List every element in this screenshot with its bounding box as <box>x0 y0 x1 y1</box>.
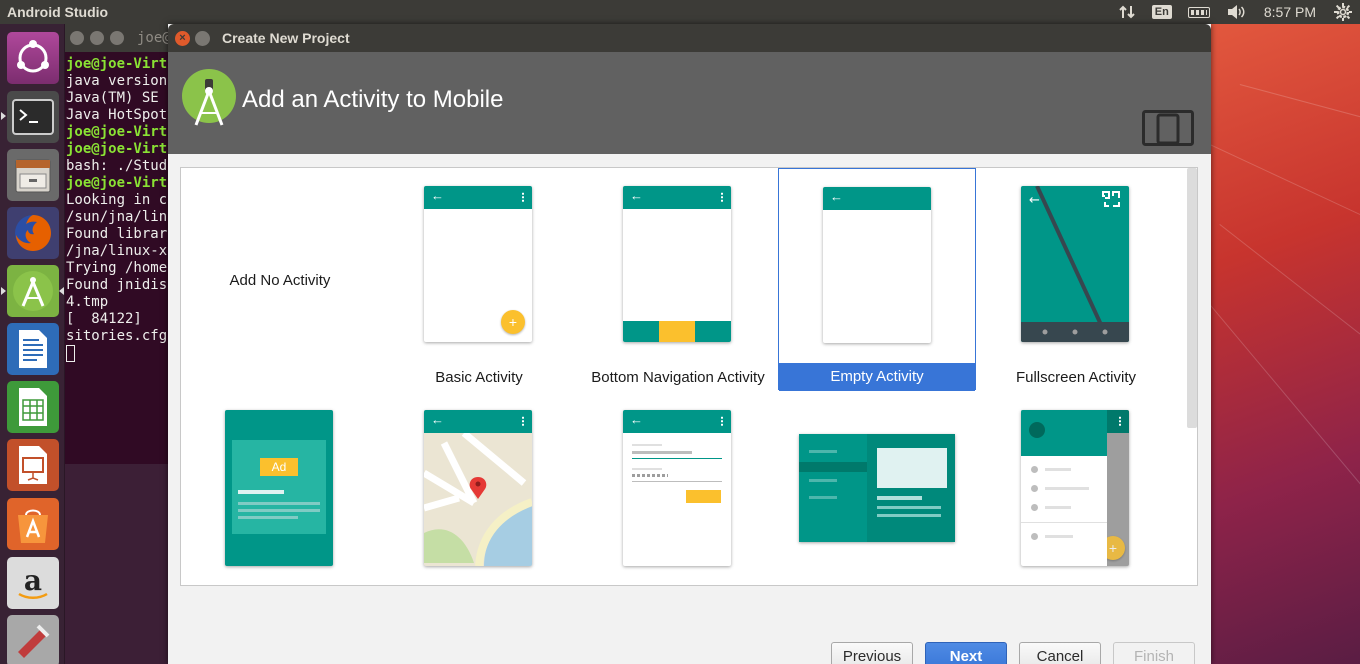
activity-add-no-activity[interactable]: Add No Activity <box>181 168 379 390</box>
activity-label: Bottom Navigation Activity <box>591 369 765 386</box>
close-icon[interactable] <box>70 31 84 45</box>
next-button[interactable]: Next <box>925 642 1007 664</box>
dialog-header: Add an Activity to Mobile <box>168 52 1211 154</box>
terminal-cursor <box>66 345 75 362</box>
activity-fullscreen[interactable]: ← Fullscreen Activity <box>977 168 1175 390</box>
keyboard-layout-indicator[interactable]: En <box>1144 0 1180 24</box>
unity-launcher: a <box>0 24 65 664</box>
close-icon[interactable]: × <box>175 31 190 46</box>
page-title: Add an Activity to Mobile <box>242 86 504 113</box>
more-vert-icon <box>522 192 524 202</box>
more-vert-icon <box>1119 416 1121 426</box>
activity-google-maps[interactable]: ← <box>380 392 578 585</box>
dialog-title: Create New Project <box>222 30 350 46</box>
google-maps-preview: ← <box>424 410 532 566</box>
activity-label: Fullscreen Activity <box>1015 369 1137 386</box>
dialog-titlebar[interactable]: × Create New Project <box>168 24 1211 52</box>
phone-tablet-icon <box>1142 110 1194 146</box>
admob-preview: Ad <box>225 410 333 566</box>
amazon-icon[interactable]: a <box>7 557 59 609</box>
volume-icon[interactable] <box>1218 0 1254 24</box>
login-activity-preview: ← <box>623 410 731 566</box>
terminal-title: joe@ <box>137 30 171 46</box>
svg-text:←: ← <box>1029 193 1040 208</box>
activity-login[interactable]: ← <box>579 392 777 585</box>
activity-basic[interactable]: ← + Basic Activity <box>380 168 578 390</box>
activity-gallery: Add No Activity ← + Basic Activity ← Bot… <box>180 167 1198 586</box>
clock[interactable]: 8:57 PM <box>1254 0 1326 24</box>
activity-bottom-navigation[interactable]: ← Bottom Navigation Activity <box>579 168 777 390</box>
back-arrow-icon: ← <box>431 412 444 427</box>
top-panel: Android Studio En 8:57 PM <box>0 0 1360 24</box>
fullscreen-activity-preview: ← <box>1021 186 1129 342</box>
gear-icon[interactable] <box>1326 0 1360 24</box>
minimize-icon[interactable] <box>90 31 104 45</box>
more-vert-icon <box>721 192 723 202</box>
android-studio-logo <box>182 69 236 126</box>
back-arrow-icon: ← <box>630 188 643 203</box>
basic-activity-preview: ← + <box>424 186 532 342</box>
minimize-icon[interactable] <box>195 31 210 46</box>
software-center-icon[interactable] <box>7 498 59 550</box>
activity-navigation-drawer[interactable]: + <box>977 392 1175 585</box>
more-vert-icon <box>522 416 524 426</box>
language-badge: En <box>1151 5 1172 19</box>
battery-icon[interactable] <box>1180 0 1218 24</box>
fab-icon: + <box>501 310 525 334</box>
libreoffice-writer-icon[interactable] <box>7 323 59 375</box>
maximize-icon[interactable] <box>110 31 124 45</box>
master-detail-preview <box>799 434 955 542</box>
more-vert-icon <box>721 416 723 426</box>
back-arrow-icon: ← <box>431 188 444 203</box>
activity-empty[interactable]: ← Empty Activity <box>778 168 976 391</box>
file-manager-icon[interactable] <box>7 149 59 201</box>
network-icon[interactable] <box>1110 0 1144 24</box>
desktop-wallpaper <box>1210 24 1360 664</box>
system-settings-icon[interactable] <box>7 615 59 664</box>
svg-text:a: a <box>24 564 42 597</box>
libreoffice-impress-icon[interactable] <box>7 439 59 491</box>
firefox-icon[interactable] <box>7 207 59 259</box>
empty-activity-preview: ← <box>823 187 931 343</box>
activity-label: Add No Activity <box>229 272 331 289</box>
android-studio-icon[interactable] <box>7 265 59 317</box>
activity-master-detail[interactable] <box>778 392 976 585</box>
bottom-navigation-preview: ← <box>623 186 731 342</box>
terminal-icon[interactable] <box>7 91 59 143</box>
active-app-name: Android Studio <box>7 4 109 20</box>
finish-button[interactable]: Finish <box>1113 642 1195 664</box>
libreoffice-calc-icon[interactable] <box>7 381 59 433</box>
navigation-drawer-preview: + <box>1021 410 1129 566</box>
previous-button[interactable]: Previous <box>831 642 913 664</box>
cancel-button[interactable]: Cancel <box>1019 642 1101 664</box>
create-new-project-dialog: × Create New Project Add an Activity to … <box>168 24 1211 664</box>
ubuntu-dash-icon[interactable] <box>7 32 59 84</box>
back-arrow-icon: ← <box>630 412 643 427</box>
activity-label: Basic Activity <box>435 369 523 386</box>
system-tray: En 8:57 PM <box>1110 0 1360 24</box>
ad-badge: Ad <box>260 458 298 476</box>
back-arrow-icon: ← <box>830 189 843 204</box>
activity-label: Empty Activity <box>779 363 975 391</box>
gallery-scrollbar[interactable] <box>1187 168 1197 428</box>
activity-admob[interactable]: Ad <box>181 392 379 585</box>
